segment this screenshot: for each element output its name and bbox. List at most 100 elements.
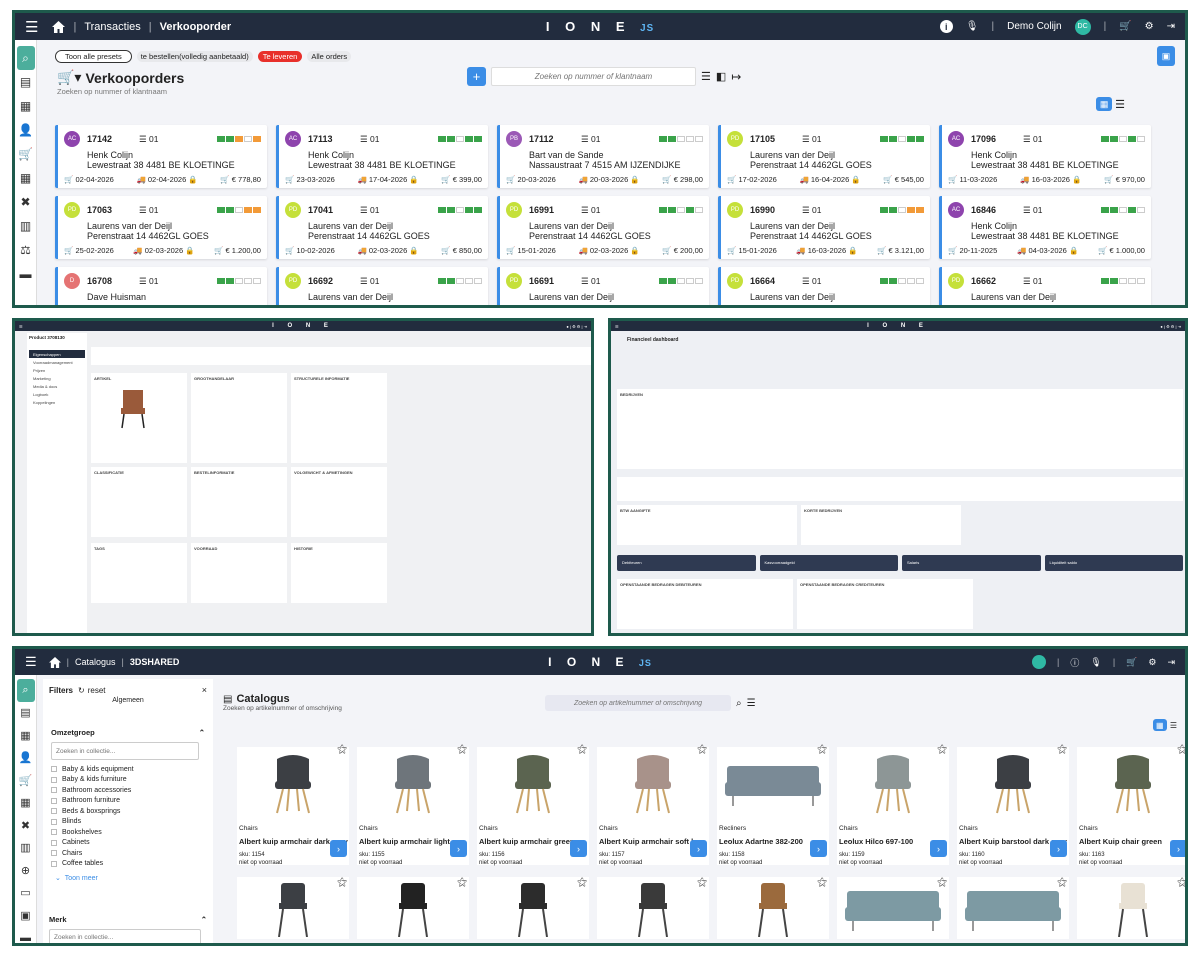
- filter-icon[interactable]: ☰: [747, 698, 756, 709]
- list-view-icon[interactable]: ☰: [1115, 98, 1125, 111]
- shopping-cart-icon[interactable]: 🛒: [17, 769, 35, 792]
- order-card[interactable]: AC 17113 ☰ 01 Henk Colijn Lewestraat 38 4481…: [276, 125, 488, 188]
- settings-icon[interactable]: ⚙: [1148, 657, 1156, 668]
- collection-search-input[interactable]: [51, 742, 199, 760]
- order-card[interactable]: PD 16692 ☰ 01 Laurens van der Deijl: [276, 267, 488, 305]
- search-icon[interactable]: ⌕: [736, 698, 742, 709]
- person-icon[interactable]: 👤: [17, 747, 35, 770]
- cart-icon[interactable]: 🛒: [1119, 21, 1131, 32]
- filter-checkbox-item[interactable]: Bathroom furniture: [51, 796, 205, 807]
- product-card[interactable]: ⚝: [957, 877, 1069, 939]
- magic-wand-icon[interactable]: ⚝: [697, 877, 707, 888]
- magic-wand-icon[interactable]: ⚝: [337, 877, 347, 888]
- product-card[interactable]: ⚝: [237, 877, 349, 939]
- microphone-icon[interactable]: 🎙: [966, 21, 979, 32]
- order-card[interactable]: PD 16991 ☰ 01 Laurens van der Deijl Perenstr…: [497, 196, 709, 259]
- hamburger-menu-icon[interactable]: ☰: [615, 324, 619, 329]
- product-card[interactable]: ⚝ Chairs Albert kuip armchair green sku: 11…: [477, 744, 589, 866]
- order-card[interactable]: AC 17096 ☰ 01 Henk Colijn Lewestraat 38 4481…: [939, 125, 1151, 188]
- checkbox[interactable]: [51, 829, 57, 836]
- magic-wand-icon[interactable]: ⚝: [1057, 877, 1067, 888]
- columns-icon[interactable]: ◧: [716, 70, 726, 83]
- kpi-tile[interactable]: Liquiditeit saldo: [1044, 555, 1183, 571]
- truck-icon[interactable]: ▬: [17, 262, 35, 286]
- chip-show-presets[interactable]: Toon alle presets: [55, 50, 132, 63]
- chevron-up-icon[interactable]: ⌃: [201, 915, 207, 924]
- clipboard-button[interactable]: ▣: [1157, 46, 1175, 66]
- hamburger-menu-icon[interactable]: ☰: [25, 654, 37, 670]
- wallet-icon[interactable]: ▣: [17, 904, 35, 927]
- open-product-button[interactable]: ›: [1170, 840, 1185, 857]
- product-image[interactable]: ⚝: [237, 744, 349, 819]
- search-input[interactable]: [491, 67, 696, 86]
- info-icon[interactable]: ⓘ: [1070, 656, 1079, 669]
- product-nav-item[interactable]: Media & docs: [29, 382, 85, 390]
- globe-icon[interactable]: ⊕: [17, 859, 35, 882]
- product-image[interactable]: ⚝: [957, 744, 1069, 819]
- magic-wand-icon[interactable]: ⚝: [1057, 744, 1067, 755]
- filter-checkbox-item[interactable]: Bathroom accessories: [51, 785, 205, 796]
- product-image[interactable]: ⚝: [357, 744, 469, 819]
- user-name[interactable]: Demo Colijn: [1007, 21, 1061, 32]
- product-card[interactable]: ⚝: [597, 877, 709, 939]
- order-card[interactable]: PD 16662 ☰ 01 Laurens van der Deijl: [939, 267, 1151, 305]
- cash-register-icon[interactable]: ▥: [17, 214, 35, 238]
- close-filters-icon[interactable]: ×: [202, 685, 207, 695]
- hamburger-menu-icon[interactable]: ☰: [19, 324, 23, 329]
- product-image[interactable]: ⚝: [597, 744, 709, 819]
- product-card[interactable]: ⚝: [477, 877, 589, 939]
- product-nav-item[interactable]: Koppelingen: [29, 398, 85, 406]
- checkbox[interactable]: [51, 797, 57, 804]
- info-icon[interactable]: i: [939, 20, 953, 33]
- home-icon[interactable]: [48, 656, 61, 668]
- product-nav-item[interactable]: Prijzen: [29, 366, 85, 374]
- magic-wand-icon[interactable]: ⚝: [817, 744, 827, 755]
- printer-icon[interactable]: ▭: [17, 882, 35, 905]
- kpi-tile[interactable]: Debiteuren: [617, 555, 756, 571]
- search-input[interactable]: [545, 695, 731, 711]
- list-view-icon[interactable]: ☰: [1170, 721, 1177, 730]
- register-icon[interactable]: ▤: [17, 70, 35, 94]
- product-card[interactable]: ⚝ Chairs Albert kuip armchair dark grey sku…: [237, 744, 349, 866]
- brand-search-input[interactable]: [49, 929, 201, 943]
- order-card[interactable]: PD 17041 ☰ 01 Laurens van der Deijl Perenstr…: [276, 196, 488, 259]
- chevron-up-icon[interactable]: ⌃: [199, 728, 205, 737]
- microphone-icon[interactable]: 🎙: [1090, 657, 1101, 668]
- product-card[interactable]: ⚝: [357, 877, 469, 939]
- checkbox[interactable]: [51, 808, 57, 815]
- order-card[interactable]: AC 16846 ☰ 01 Henk Colijn Lewestraat 38 4481…: [939, 196, 1151, 259]
- product-card[interactable]: ⚝: [717, 877, 829, 939]
- open-product-button[interactable]: ›: [570, 840, 587, 857]
- product-card[interactable]: ⚝: [1077, 877, 1185, 939]
- order-card[interactable]: PD 17105 ☰ 01 Laurens van der Deijl Perenstr…: [718, 125, 930, 188]
- product-nav-item[interactable]: Eigenschappen: [29, 350, 85, 358]
- order-card[interactable]: PD 16664 ☰ 01 Laurens van der Deijl: [718, 267, 930, 305]
- filter-checkbox-item[interactable]: Cabinets: [51, 838, 205, 849]
- product-image[interactable]: ⚝: [717, 744, 829, 819]
- magic-wand-icon[interactable]: ⚝: [577, 877, 587, 888]
- cart-dropdown-icon[interactable]: 🛒▾: [57, 69, 81, 86]
- chip-to-deliver[interactable]: Te leveren: [257, 51, 303, 62]
- toolbar-icons[interactable]: ● | ⚙ ⚙ | ⇥: [1160, 324, 1181, 329]
- product-card[interactable]: ⚝ Chairs Albert Kuip chair green sku: 1163 n…: [1077, 744, 1185, 866]
- open-product-button[interactable]: ›: [330, 840, 347, 857]
- filter-lines-icon[interactable]: ☰: [701, 70, 711, 83]
- user-avatar[interactable]: DC: [1074, 18, 1091, 35]
- grid-view-icon[interactable]: ▦: [1096, 97, 1113, 111]
- user-avatar[interactable]: [1032, 655, 1047, 669]
- product-card[interactable]: ⚝ Chairs Leolux Hilco 697-100 sku: 1159 niet…: [837, 744, 949, 866]
- filter-checkbox-item[interactable]: Baby & kids furniture: [51, 775, 205, 786]
- truck-icon[interactable]: ▬: [17, 927, 35, 943]
- product-image[interactable]: ⚝: [837, 744, 949, 819]
- open-product-button[interactable]: ›: [810, 840, 827, 857]
- calendar-icon[interactable]: ▦: [17, 724, 35, 747]
- breadcrumb-root[interactable]: Catalogus: [75, 657, 116, 667]
- scale-icon[interactable]: ⚖: [17, 238, 35, 262]
- toolbar-icons[interactable]: ● | ⚙ ⚙ | ⇥: [566, 324, 587, 329]
- product-card[interactable]: ⚝ Recliners Leolux Adartne 382-200 sku: 115…: [717, 744, 829, 866]
- calendar-icon[interactable]: ▦: [17, 94, 35, 118]
- kpi-tile[interactable]: Kasvoorraadgeld: [759, 555, 898, 571]
- magic-wand-icon[interactable]: ⚝: [697, 744, 707, 755]
- product-card[interactable]: ⚝ Chairs Albert Kuip armchair soft be... sk…: [597, 744, 709, 866]
- warehouse-icon[interactable]: ▦: [17, 792, 35, 815]
